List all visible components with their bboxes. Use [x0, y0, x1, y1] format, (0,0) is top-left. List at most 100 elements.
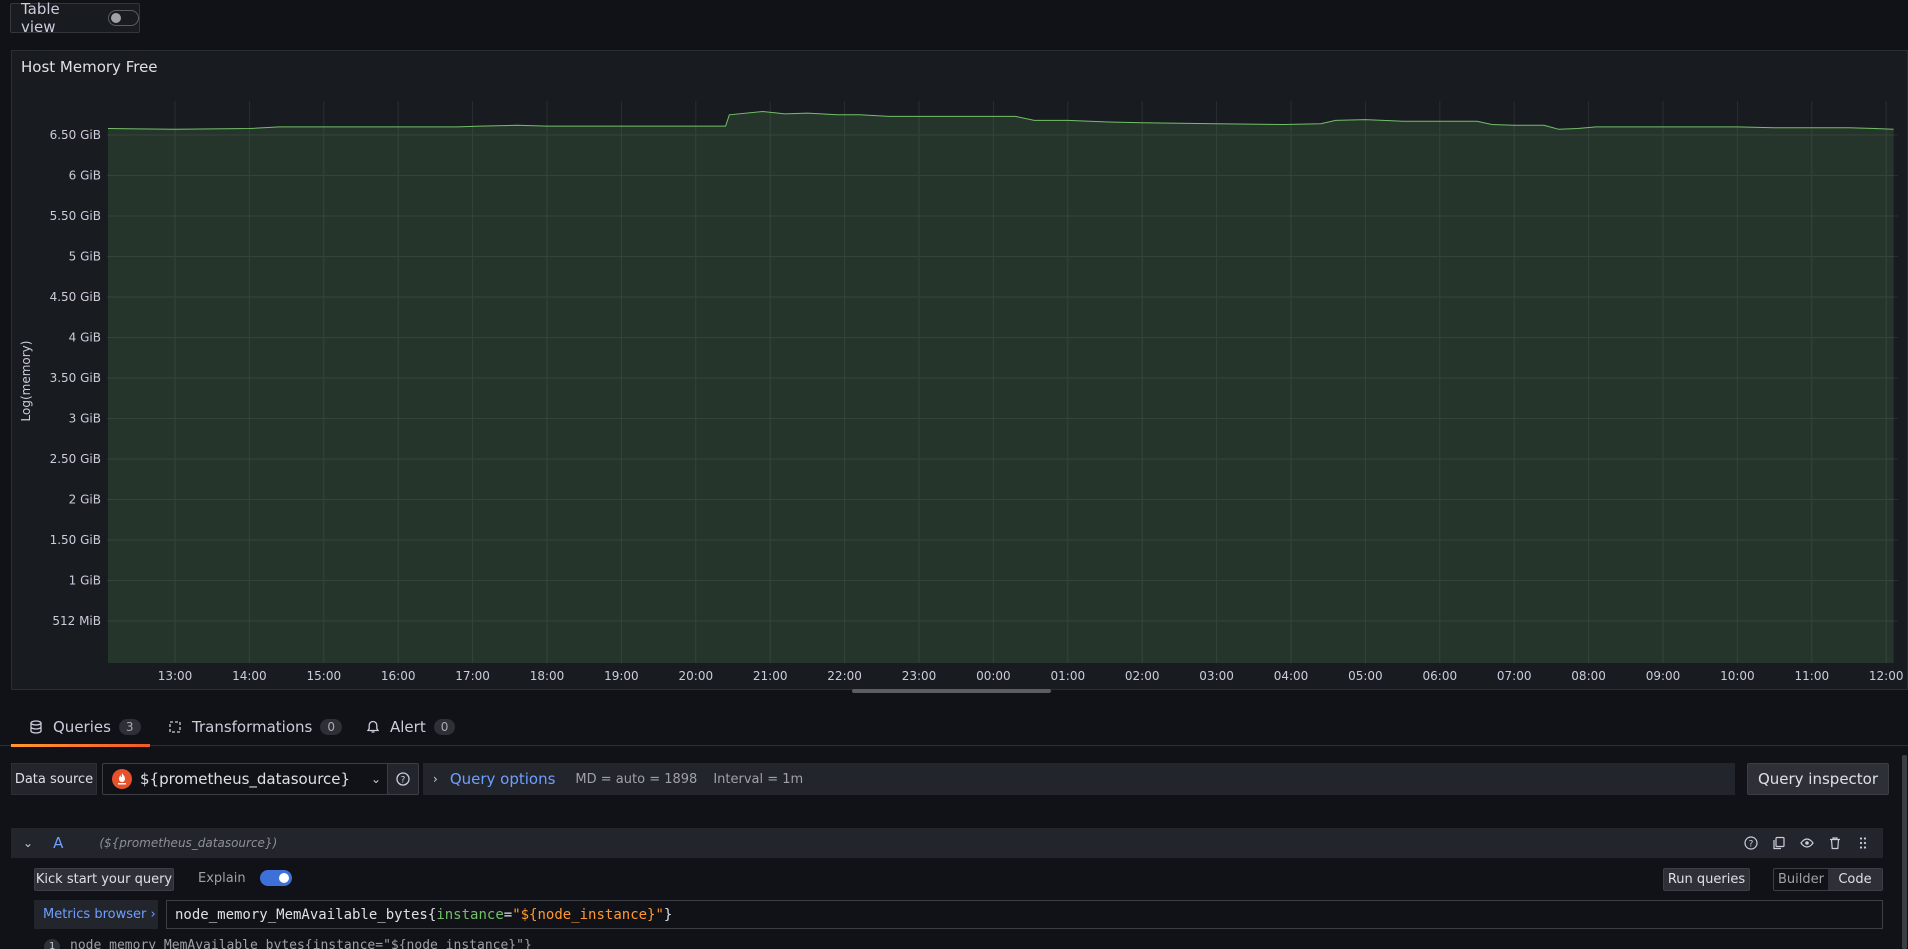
query-row-header: ⌄ A (${prometheus_datasource}) ?: [11, 828, 1883, 858]
y-axis-label: Log(memory): [19, 341, 33, 422]
x-tick-label: 13:00: [158, 669, 193, 683]
query-editor[interactable]: node_memory_MemAvailable_bytes{instance =…: [166, 900, 1883, 929]
expr-label-name: instance: [436, 906, 504, 923]
tab-transformations[interactable]: Transformations 0: [167, 708, 342, 746]
tab-queries-count: 3: [118, 719, 141, 735]
metrics-browser-label: Metrics browser: [43, 907, 147, 922]
mode-code-button[interactable]: Code: [1828, 869, 1882, 890]
y-tick-label: 3 GiB: [69, 412, 101, 426]
y-tick-label: 5 GiB: [69, 250, 101, 264]
y-tick-label: 4.50 GiB: [50, 290, 101, 304]
y-tick-label: 6 GiB: [69, 169, 101, 183]
tab-queries[interactable]: Queries 3: [11, 708, 150, 747]
drag-handle-icon[interactable]: [1855, 835, 1871, 851]
y-tick-label: 512 MiB: [52, 614, 101, 628]
table-view-label: Table view: [21, 0, 60, 36]
query-help-icon[interactable]: ?: [1743, 835, 1759, 851]
tab-alert-label: Alert: [390, 718, 426, 736]
y-tick-label: 5.50 GiB: [50, 209, 101, 223]
query-datasource-hint: (${prometheus_datasource}): [99, 836, 278, 850]
chevron-right-icon: ›: [433, 772, 438, 786]
query-options-bar[interactable]: › Query options MD = auto = 1898 Interva…: [423, 763, 1735, 795]
x-tick-label: 02:00: [1125, 669, 1160, 683]
tab-alert-count: 0: [433, 719, 456, 735]
chart-panel: Host Memory Free 512 MiB 1 GiB 1.50 GiB 2 G…: [11, 50, 1908, 690]
mode-builder-button[interactable]: Builder: [1774, 869, 1828, 890]
x-tick-label: 03:00: [1199, 669, 1234, 683]
x-tick-label: 10:00: [1720, 669, 1755, 683]
expr-label-value: "${node_instance}": [512, 906, 664, 923]
svg-text:?: ?: [401, 776, 406, 786]
query-ref-id[interactable]: A: [53, 834, 63, 852]
datasource-value: ${prometheus_datasource}: [140, 770, 351, 788]
y-tick-label: 1 GiB: [69, 574, 101, 588]
query-options-interval: Interval = 1m: [713, 771, 804, 787]
y-tick-label: 1.50 GiB: [50, 533, 101, 547]
tab-queries-label: Queries: [53, 718, 111, 736]
horizontal-scrollbar[interactable]: [852, 689, 1051, 693]
duplicate-icon[interactable]: [1771, 835, 1787, 851]
query-inspector-button[interactable]: Query inspector: [1747, 763, 1889, 795]
datasource-help-button[interactable]: ?: [387, 763, 419, 795]
explain-line-text: node_memory_MemAvailable_bytes{instance=…: [70, 938, 532, 949]
x-tick-label: 00:00: [976, 669, 1011, 683]
vertical-scrollbar[interactable]: [1902, 755, 1907, 949]
x-tick-label: 11:00: [1795, 669, 1830, 683]
x-tick-label: 05:00: [1348, 669, 1383, 683]
expr-metric: node_memory_MemAvailable_bytes: [175, 906, 428, 923]
x-tick-label: 17:00: [455, 669, 490, 683]
explain-toggle[interactable]: Explain: [198, 870, 292, 886]
tab-transformations-count: 0: [320, 719, 342, 735]
y-tick-label: 2.50 GiB: [50, 452, 101, 466]
prometheus-icon: [112, 769, 132, 789]
x-tick-label: 06:00: [1423, 669, 1458, 683]
tab-alert[interactable]: Alert 0: [365, 708, 456, 746]
query-actions: ?: [1743, 835, 1871, 851]
x-tick-label: 15:00: [307, 669, 342, 683]
datasource-label: Data source: [11, 763, 97, 795]
x-tick-label: 09:00: [1646, 669, 1681, 683]
run-queries-button[interactable]: Run queries: [1663, 868, 1750, 891]
x-tick-label: 22:00: [827, 669, 862, 683]
x-tick-label: 08:00: [1571, 669, 1606, 683]
x-tick-label: 16:00: [381, 669, 416, 683]
x-tick-label: 19:00: [604, 669, 639, 683]
x-tick-label: 20:00: [679, 669, 714, 683]
bell-icon: [365, 719, 381, 735]
database-icon: [28, 719, 44, 735]
metrics-browser-button[interactable]: Metrics browser ›: [34, 900, 158, 929]
table-view-toggle[interactable]: Table view: [10, 0, 140, 36]
collapse-icon[interactable]: ⌄: [23, 836, 33, 850]
chevron-down-icon: ⌄: [370, 772, 381, 786]
trash-icon[interactable]: [1827, 835, 1843, 851]
explain-line-number: 1: [44, 939, 60, 949]
y-tick-label: 6.50 GiB: [50, 128, 101, 142]
datasource-select[interactable]: ${prometheus_datasource} ⌄: [102, 763, 392, 795]
explain-switch[interactable]: [259, 870, 292, 886]
memory-chart: 512 MiB 1 GiB 1.50 GiB 2 GiB 2.50 GiB 3 GiB 3.…: [19, 101, 1904, 683]
x-tick-label: 01:00: [1051, 669, 1086, 683]
x-tick-label: 14:00: [232, 669, 267, 683]
help-icon: ?: [396, 772, 410, 786]
svg-text:?: ?: [1749, 840, 1754, 850]
eye-icon[interactable]: [1799, 835, 1815, 851]
y-tick-label: 3.50 GiB: [50, 371, 101, 385]
y-tick-label: 2 GiB: [69, 493, 101, 507]
kick-start-button[interactable]: Kick start your query: [34, 868, 174, 891]
query-tabs: Queries 3 Transformations 0 Alert 0: [0, 708, 1908, 747]
transform-icon: [167, 719, 183, 735]
chevron-right-icon: ›: [146, 907, 156, 922]
datasource-row: Data source ${prometheus_datasource} ⌄ ?…: [11, 763, 1908, 795]
y-tick-label: 4 GiB: [69, 331, 101, 345]
explain-line: 1 node_memory_MemAvailable_bytes{instance…: [44, 938, 532, 949]
x-tick-label: 04:00: [1274, 669, 1309, 683]
table-view-switch[interactable]: [107, 10, 139, 26]
x-tick-label: 07:00: [1497, 669, 1532, 683]
x-tick-label: 23:00: [902, 669, 937, 683]
query-options-md: MD = auto = 1898: [575, 771, 698, 787]
editor-mode-switch: Builder Code: [1773, 868, 1883, 891]
series-area: [108, 111, 1894, 663]
x-tick-label: 12:00: [1869, 669, 1904, 683]
query-options-title[interactable]: Query options: [450, 770, 556, 788]
x-tick-label: 18:00: [530, 669, 565, 683]
